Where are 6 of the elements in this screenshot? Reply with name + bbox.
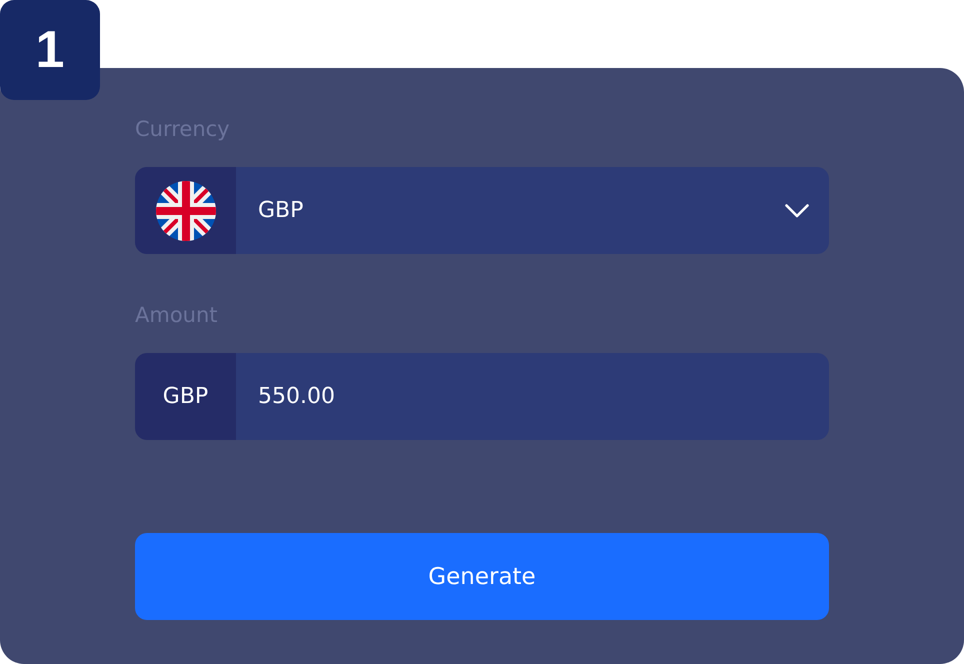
- chevron-down-icon: [785, 204, 809, 218]
- generate-button[interactable]: Generate: [135, 533, 829, 620]
- currency-prefix: GBP: [135, 353, 236, 440]
- currency-select[interactable]: GBP: [135, 167, 829, 254]
- step-badge: 1: [0, 0, 100, 100]
- amount-input[interactable]: 550.00: [236, 353, 829, 440]
